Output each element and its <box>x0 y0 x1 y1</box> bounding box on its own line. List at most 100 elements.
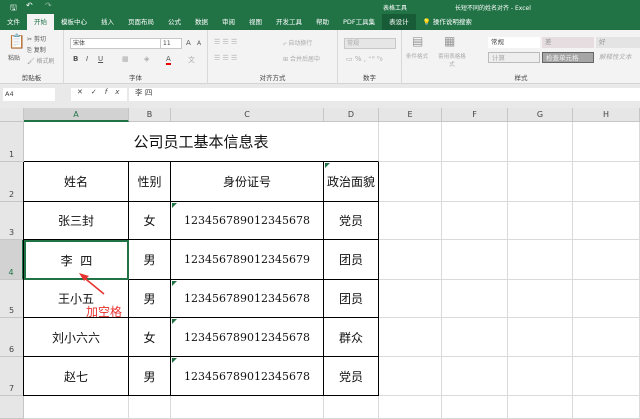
row-header-8[interactable] <box>0 396 24 419</box>
bold-icon[interactable]: B <box>73 55 78 63</box>
data-cell[interactable]: 党员 <box>324 202 379 240</box>
italic-icon[interactable]: I <box>86 55 88 63</box>
cell[interactable] <box>24 396 129 419</box>
cell[interactable] <box>573 202 640 240</box>
cell[interactable] <box>379 357 442 396</box>
cell[interactable] <box>508 240 573 280</box>
number-format-select[interactable]: 常规 <box>344 38 396 49</box>
style-check-cell[interactable]: 检查单元格 <box>542 52 594 63</box>
cell[interactable] <box>573 122 640 162</box>
tab-file[interactable]: 文件 <box>0 14 27 30</box>
data-cell[interactable]: 123456789012345678 <box>171 280 324 318</box>
enter-icon[interactable]: ✓ <box>91 88 105 96</box>
format-painter-button[interactable]: 🖌 格式刷 <box>27 56 55 65</box>
cell[interactable] <box>171 396 324 419</box>
row-header-4[interactable]: 4 <box>0 240 24 280</box>
data-cell[interactable]: 123456789012345678 <box>171 357 324 396</box>
tab-view[interactable]: 视图 <box>242 14 269 30</box>
cell[interactable] <box>508 122 573 162</box>
font-size-select[interactable]: 11 <box>160 38 182 49</box>
cell[interactable] <box>379 202 442 240</box>
cell[interactable] <box>379 240 442 280</box>
cancel-icon[interactable]: ✕ <box>77 88 91 96</box>
copy-button[interactable]: ⎘ 复制 <box>27 45 46 55</box>
undo-icon[interactable]: ↶ <box>26 1 33 10</box>
row-header-2[interactable]: 2 <box>0 162 24 202</box>
row-header-3[interactable]: 3 <box>0 202 24 240</box>
cell[interactable] <box>508 280 573 318</box>
cell[interactable] <box>379 280 442 318</box>
data-cell[interactable]: 群众 <box>324 318 379 357</box>
shrink-font-icon[interactable]: A <box>197 40 201 47</box>
paste-button[interactable]: 粘贴 <box>8 53 20 62</box>
conditional-format-icon[interactable]: ▤ <box>412 34 423 48</box>
style-good[interactable]: 好 <box>596 37 640 48</box>
data-cell[interactable]: 123456789012345678 <box>171 318 324 357</box>
fill-color-icon[interactable]: ◈ <box>144 55 149 63</box>
cell[interactable] <box>379 318 442 357</box>
cell[interactable] <box>573 162 640 202</box>
cell[interactable] <box>508 357 573 396</box>
cell[interactable] <box>508 202 573 240</box>
data-cell[interactable]: 123456789012345678 <box>171 202 324 240</box>
percent-icon[interactable]: ▭ % , ⁺⁰ ⁰₀ <box>346 55 383 63</box>
cell[interactable] <box>508 318 573 357</box>
column-header-f[interactable]: F <box>442 108 508 122</box>
cut-button[interactable]: ✂ 剪切 <box>27 34 46 43</box>
formula-input[interactable]: 李 四 <box>129 88 640 101</box>
cell[interactable] <box>573 318 640 357</box>
cell[interactable] <box>324 396 379 419</box>
table-format-icon[interactable]: ▦ <box>444 34 455 48</box>
font-name-select[interactable]: 宋体 <box>70 38 162 49</box>
tab-help[interactable]: 帮助 <box>309 14 336 30</box>
data-cell[interactable]: 女 <box>129 202 171 240</box>
cell[interactable] <box>379 396 442 419</box>
row-header-6[interactable]: 6 <box>0 318 24 357</box>
column-header-c[interactable]: C <box>171 108 324 122</box>
cell[interactable] <box>129 396 171 419</box>
data-cell[interactable]: 123456789012345679 <box>171 240 324 280</box>
name-box[interactable]: A4 <box>3 88 55 101</box>
data-cell[interactable]: 男 <box>129 357 171 396</box>
data-cell[interactable]: 团员 <box>324 280 379 318</box>
cell[interactable] <box>573 280 640 318</box>
cell[interactable] <box>442 202 508 240</box>
header-cell[interactable]: 姓名 <box>24 162 129 202</box>
data-cell[interactable]: 男 <box>129 240 171 280</box>
redo-icon[interactable]: ↷ <box>45 1 52 10</box>
cell[interactable] <box>442 318 508 357</box>
header-cell[interactable]: 政治面貌 <box>324 162 379 202</box>
border-icon[interactable]: ▦ <box>122 55 129 63</box>
column-header-g[interactable]: G <box>508 108 573 122</box>
column-header-h[interactable]: H <box>573 108 640 122</box>
data-cell[interactable]: 男 <box>129 280 171 318</box>
paste-icon[interactable]: 📋 <box>8 34 25 50</box>
tab-review[interactable]: 审阅 <box>215 14 242 30</box>
style-explanatory[interactable]: 解释性文本 <box>596 52 640 63</box>
header-cell[interactable]: 身份证号 <box>171 162 324 202</box>
sheet-title[interactable]: 公司员工基本信息表 <box>24 122 379 162</box>
tab-data[interactable]: 数据 <box>188 14 215 30</box>
grow-font-icon[interactable]: A <box>186 39 191 47</box>
select-all-corner[interactable] <box>0 108 24 122</box>
table-format-button[interactable]: 套用表格格式 <box>438 52 466 68</box>
wrap-text-button[interactable]: ⤶ 自动换行 <box>283 38 312 48</box>
cell[interactable] <box>573 357 640 396</box>
row-header-7[interactable]: 7 <box>0 357 24 396</box>
cell[interactable] <box>442 240 508 280</box>
cell[interactable] <box>379 122 442 162</box>
cell[interactable] <box>442 122 508 162</box>
column-header-d[interactable]: D <box>324 108 379 122</box>
tab-page-layout[interactable]: 页面布局 <box>121 14 161 30</box>
data-cell[interactable]: 党员 <box>324 357 379 396</box>
header-cell[interactable]: 性别 <box>129 162 171 202</box>
style-bad[interactable]: 差 <box>542 37 594 48</box>
tab-developer[interactable]: 开发工具 <box>269 14 309 30</box>
function-icon[interactable]: fx <box>105 88 128 96</box>
conditional-format-button[interactable]: 条件格式 <box>406 52 428 60</box>
tab-formulas[interactable]: 公式 <box>161 14 188 30</box>
tab-table-design[interactable]: 表设计 <box>382 14 416 30</box>
cell[interactable] <box>442 162 508 202</box>
column-header-a[interactable]: A <box>24 108 129 122</box>
align-top-icon[interactable]: ☰ ☰ ☰ <box>214 38 237 46</box>
